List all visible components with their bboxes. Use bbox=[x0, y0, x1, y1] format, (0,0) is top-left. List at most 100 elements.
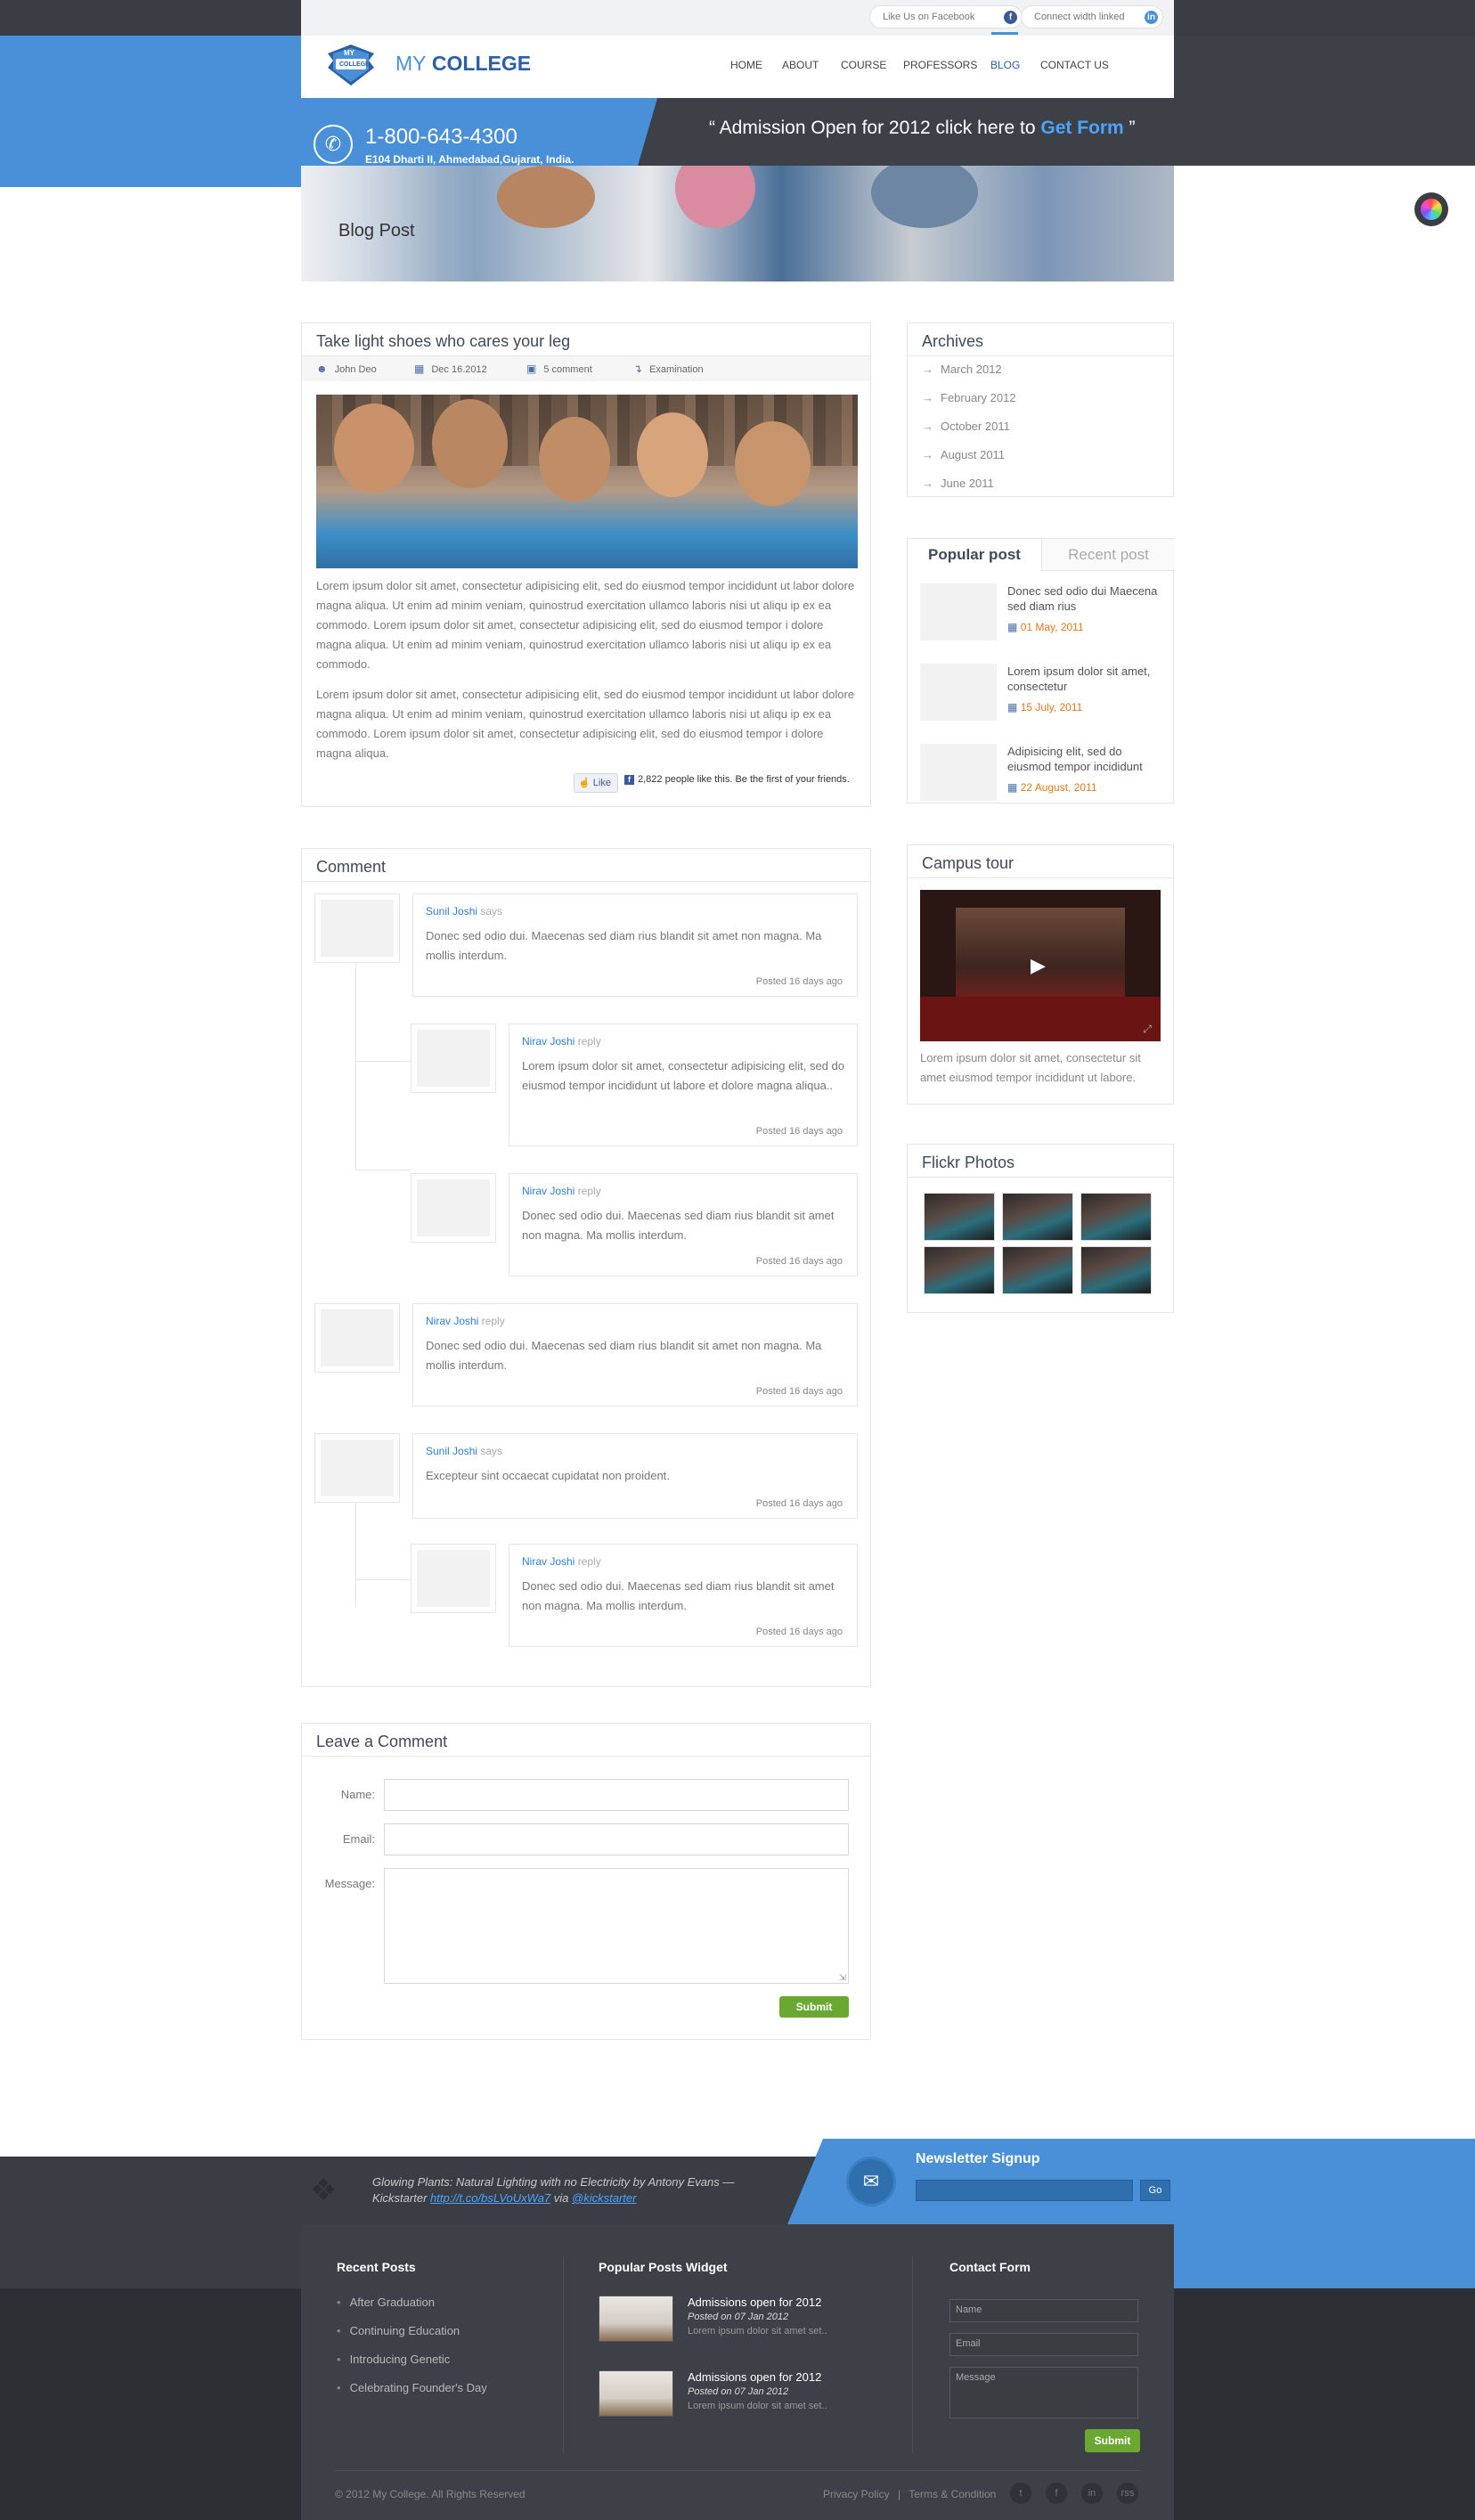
flickr-photo[interactable] bbox=[924, 1246, 995, 1294]
popular-post-title[interactable]: Adipisicing elit, sed do eiusmod tempor … bbox=[1007, 744, 1168, 774]
linkedin-icon[interactable]: in bbox=[1081, 2483, 1103, 2504]
post-thumbnail[interactable] bbox=[920, 583, 997, 640]
widget-post-thumbnail[interactable] bbox=[599, 2370, 673, 2417]
popular-post-date: ▦ 22 August, 2011 bbox=[1007, 781, 1097, 794]
flickr-photo[interactable] bbox=[1002, 1193, 1073, 1241]
color-picker-button[interactable] bbox=[1414, 192, 1448, 226]
facebook-icon[interactable]: f bbox=[1046, 2483, 1067, 2504]
campus-video[interactable]: ▶ ⤢ bbox=[920, 890, 1161, 1041]
footer-bottom-divider bbox=[335, 2470, 1140, 2471]
flickr-photo[interactable] bbox=[1080, 1246, 1152, 1294]
comment-text: Donec sed odio dui. Maecenas sed diam ri… bbox=[522, 1209, 835, 1242]
contact-name-input[interactable]: Name bbox=[949, 2299, 1138, 2322]
post-thumbnail[interactable] bbox=[920, 664, 997, 721]
widget-post-date: Posted on 07 Jan 2012 bbox=[688, 2386, 789, 2397]
comment-verb[interactable]: reply bbox=[482, 1315, 505, 1327]
comment-author[interactable]: Nirav Joshi reply bbox=[522, 1185, 601, 1197]
archive-link[interactable]: → August 2011 bbox=[922, 448, 1005, 461]
message-field[interactable]: ⇲ bbox=[384, 1868, 849, 1984]
nav-contact-us[interactable]: CONTACT US bbox=[1040, 59, 1109, 71]
submit-comment-button[interactable]: Submit bbox=[779, 1996, 849, 2018]
avatar bbox=[314, 1433, 400, 1503]
footer-recent-link[interactable]: • Celebrating Founder's Day bbox=[337, 2381, 487, 2394]
calendar-icon: ▦ bbox=[414, 363, 425, 375]
post-category[interactable]: ↴ Examination bbox=[633, 363, 704, 375]
bullet-icon: • bbox=[337, 2324, 341, 2337]
archive-link[interactable]: → October 2011 bbox=[922, 420, 1010, 433]
comment-author[interactable]: Nirav Joshi reply bbox=[522, 1555, 601, 1568]
contact-email-input[interactable]: Email bbox=[949, 2333, 1138, 2356]
fullscreen-icon[interactable]: ⤢ bbox=[1143, 1023, 1152, 1036]
facebook-like-button[interactable]: ☝ Like bbox=[574, 773, 618, 793]
flickr-photo[interactable] bbox=[924, 1193, 995, 1241]
privacy-policy-link[interactable]: Privacy Policy bbox=[823, 2488, 890, 2500]
newsletter-email-input[interactable] bbox=[916, 2180, 1133, 2201]
footer-recent-link[interactable]: • After Graduation bbox=[337, 2296, 435, 2309]
footer-recent-link[interactable]: • Continuing Education bbox=[337, 2324, 460, 2337]
thread-line bbox=[355, 1579, 411, 1580]
site-logo-text[interactable]: MY COLLEGE bbox=[395, 52, 531, 76]
popular-post-date: ▦ 15 July, 2011 bbox=[1007, 701, 1082, 714]
rss-icon[interactable]: rss bbox=[1117, 2483, 1138, 2504]
hero-photo-element bbox=[675, 166, 755, 228]
email-field[interactable] bbox=[384, 1823, 849, 1855]
footer-right-band bbox=[1174, 2139, 1475, 2288]
comment-verb[interactable]: reply bbox=[578, 1035, 601, 1048]
popular-post-title[interactable]: Lorem ipsum dolor sit amet, consectetur bbox=[1007, 664, 1168, 694]
name-field[interactable] bbox=[384, 1779, 849, 1811]
tweet-handle[interactable]: @kickstarter bbox=[572, 2191, 636, 2205]
flickr-photo[interactable] bbox=[1080, 1193, 1152, 1241]
campus-tour-widget: Campus tour ▶ ⤢ Lorem ipsum dolor sit am… bbox=[907, 844, 1174, 1105]
bullet-icon: • bbox=[337, 2296, 341, 2309]
nav-about[interactable]: ABOUT bbox=[782, 59, 819, 71]
comment-author[interactable]: Nirav Joshi reply bbox=[426, 1315, 505, 1327]
play-icon[interactable]: ▶ bbox=[1031, 954, 1046, 977]
widget-post-title[interactable]: Admissions open for 2012 bbox=[688, 2296, 821, 2309]
nav-blog[interactable]: BLOG bbox=[990, 59, 1020, 71]
tab-recent-post[interactable]: Recent post bbox=[1041, 539, 1175, 571]
logo-college: COLLEGE bbox=[431, 52, 532, 75]
flickr-photo[interactable] bbox=[1002, 1246, 1073, 1294]
post-title[interactable]: Take light shoes who cares your leg bbox=[316, 332, 570, 351]
tweet-link[interactable]: http://t.co/bsLVoUxWa7 bbox=[430, 2191, 550, 2205]
widget-post-thumbnail[interactable] bbox=[599, 2296, 673, 2342]
post-author[interactable]: ☻ John Deo bbox=[316, 363, 377, 375]
band-diagonal bbox=[638, 98, 673, 166]
post-comments[interactable]: ▣ 5 comment bbox=[526, 363, 592, 375]
widget-post-excerpt: Lorem ipsum dolor sit amet set.. bbox=[688, 2326, 827, 2337]
footer-recent-link[interactable]: • Introducing Genetic bbox=[337, 2353, 450, 2366]
copyright-text: © 2012 My College. All Rights Reserved bbox=[335, 2488, 526, 2500]
footer-widget-title: Popular Posts Widget bbox=[599, 2260, 728, 2274]
widget-post-title[interactable]: Admissions open for 2012 bbox=[688, 2370, 821, 2384]
calendar-icon: ▦ bbox=[1007, 621, 1018, 633]
nav-home[interactable]: HOME bbox=[730, 59, 762, 71]
archive-link[interactable]: → March 2012 bbox=[922, 363, 1002, 376]
comment-author[interactable]: Sunil Joshi says bbox=[426, 905, 502, 917]
comment-verb[interactable]: reply bbox=[578, 1555, 601, 1568]
comment-author[interactable]: Sunil Joshi says bbox=[426, 1445, 502, 1457]
terms-link[interactable]: Terms & Condition bbox=[909, 2488, 996, 2500]
newsletter-go-button[interactable]: Go bbox=[1140, 2180, 1170, 2201]
post-paragraph: Lorem ipsum dolor sit amet, consectetur … bbox=[316, 579, 855, 671]
tweet-text: Glowing Plants: Natural Lighting with no… bbox=[372, 2174, 773, 2206]
archive-link[interactable]: → February 2012 bbox=[922, 391, 1016, 404]
linkedin-connect-link[interactable]: Connect width linked in bbox=[1021, 5, 1163, 29]
comment-verb[interactable]: reply bbox=[578, 1185, 601, 1197]
archive-link[interactable]: → June 2011 bbox=[922, 477, 994, 490]
tab-popular-post[interactable]: Popular post bbox=[908, 539, 1041, 571]
page-hero-image: Blog Post bbox=[301, 166, 1174, 281]
twitter-icon[interactable]: t bbox=[1010, 2483, 1031, 2504]
user-icon: ☻ bbox=[316, 363, 328, 375]
get-form-link[interactable]: Get Form bbox=[1040, 118, 1123, 138]
post-thumbnail[interactable] bbox=[920, 744, 997, 801]
contact-submit-button[interactable]: Submit bbox=[1085, 2429, 1140, 2452]
comment-author[interactable]: Nirav Joshi reply bbox=[522, 1035, 601, 1048]
nav-course[interactable]: COURSE bbox=[841, 59, 886, 71]
comment-date: Posted 16 days ago bbox=[755, 1126, 843, 1137]
contact-message-input[interactable]: Message bbox=[949, 2367, 1138, 2418]
nav-professors[interactable]: PROFESSORS bbox=[903, 59, 977, 71]
resize-handle-icon[interactable]: ⇲ bbox=[839, 1973, 846, 1983]
facebook-like-link[interactable]: Like Us on Facebook f bbox=[869, 5, 1023, 29]
footer-contact-title: Contact Form bbox=[949, 2260, 1031, 2274]
popular-post-title[interactable]: Donec sed odio dui Maecena sed diam rius bbox=[1007, 583, 1168, 614]
